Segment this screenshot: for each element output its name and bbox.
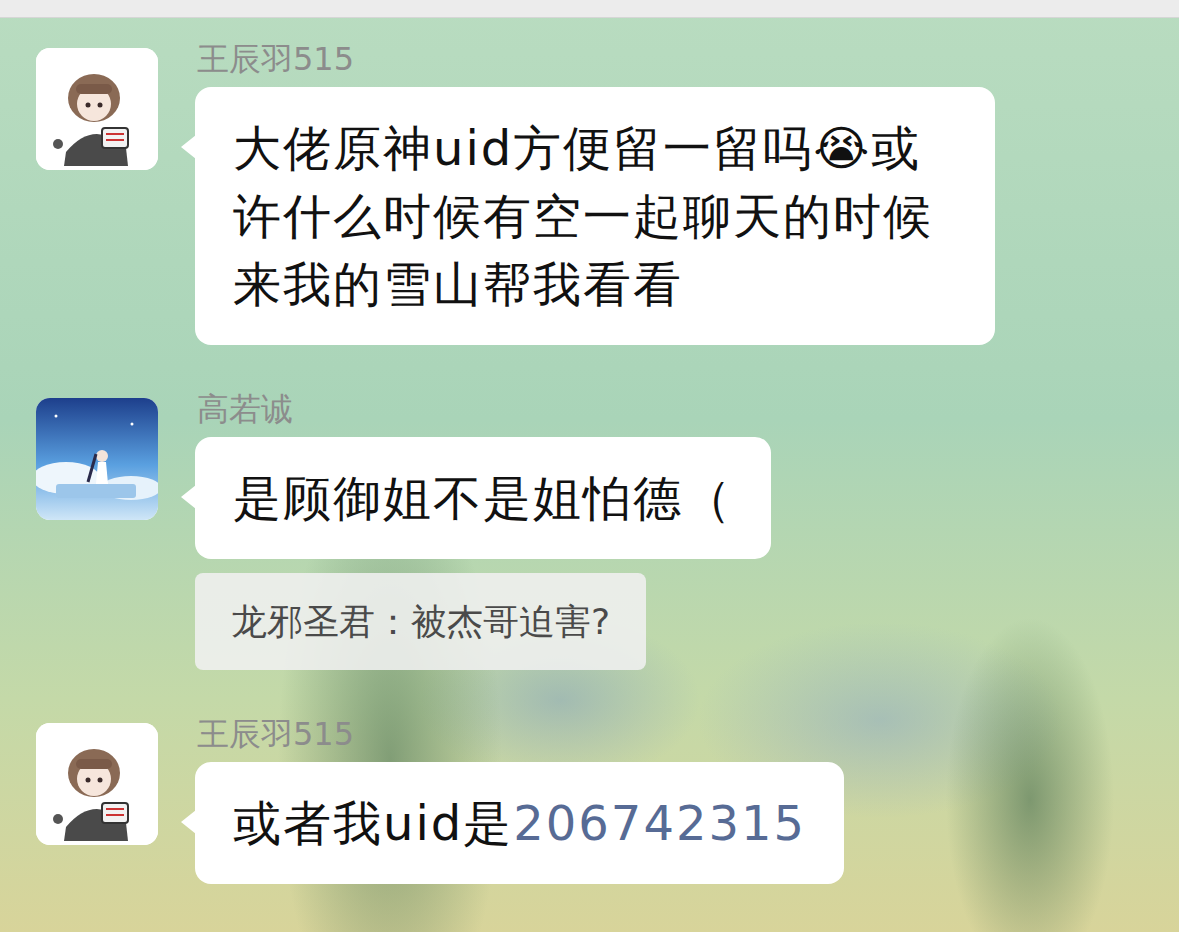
message-text: 或者我uid是 bbox=[233, 795, 513, 851]
message-bubble[interactable]: 是顾御姐不是姐怕德（ bbox=[195, 437, 771, 559]
sender-name: 王辰羽515 bbox=[195, 39, 995, 79]
message-bubble[interactable]: 或者我uid是206742315 bbox=[195, 762, 844, 884]
quoted-message[interactable]: 龙邪圣君：被杰哥迫害? bbox=[195, 573, 646, 670]
character-avatar-icon[interactable] bbox=[36, 48, 158, 170]
sky-avatar-icon[interactable] bbox=[36, 398, 158, 520]
sender-name: 王辰羽515 bbox=[195, 714, 844, 754]
chat-list: 王辰羽515 大佬原神uid方便留一留吗😭或许什么时候有空一起聊天的时候来我的雪山… bbox=[0, 18, 1179, 884]
character-avatar-icon[interactable] bbox=[36, 723, 158, 845]
title-strip bbox=[0, 0, 1179, 18]
message-bubble[interactable]: 大佬原神uid方便留一留吗😭或许什么时候有空一起聊天的时候来我的雪山帮我看看 bbox=[195, 87, 995, 345]
message-body: 高若诚是顾御姐不是姐怕德（ 龙邪圣君：被杰哥迫害? bbox=[195, 389, 771, 670]
message-body: 王辰羽515 大佬原神uid方便留一留吗😭或许什么时候有空一起聊天的时候来我的雪山… bbox=[195, 39, 995, 345]
chat-message: 王辰羽515 大佬原神uid方便留一留吗😭或许什么时候有空一起聊天的时候来我的雪山… bbox=[36, 39, 1179, 345]
message-text: 是顾御姐不是姐怕德（ bbox=[233, 470, 733, 526]
message-text: 大佬原神uid方便留一留吗 bbox=[233, 120, 813, 176]
uid-link[interactable]: 206742315 bbox=[513, 795, 806, 851]
chat-message: 王辰羽515 或者我uid是206742315 bbox=[36, 714, 1179, 884]
sender-name: 高若诚 bbox=[195, 389, 771, 429]
message-body: 王辰羽515 或者我uid是206742315 bbox=[195, 714, 844, 884]
message-text: 😭 bbox=[813, 120, 871, 176]
chat-message: 高若诚是顾御姐不是姐怕德（ 龙邪圣君：被杰哥迫害? bbox=[36, 389, 1179, 670]
